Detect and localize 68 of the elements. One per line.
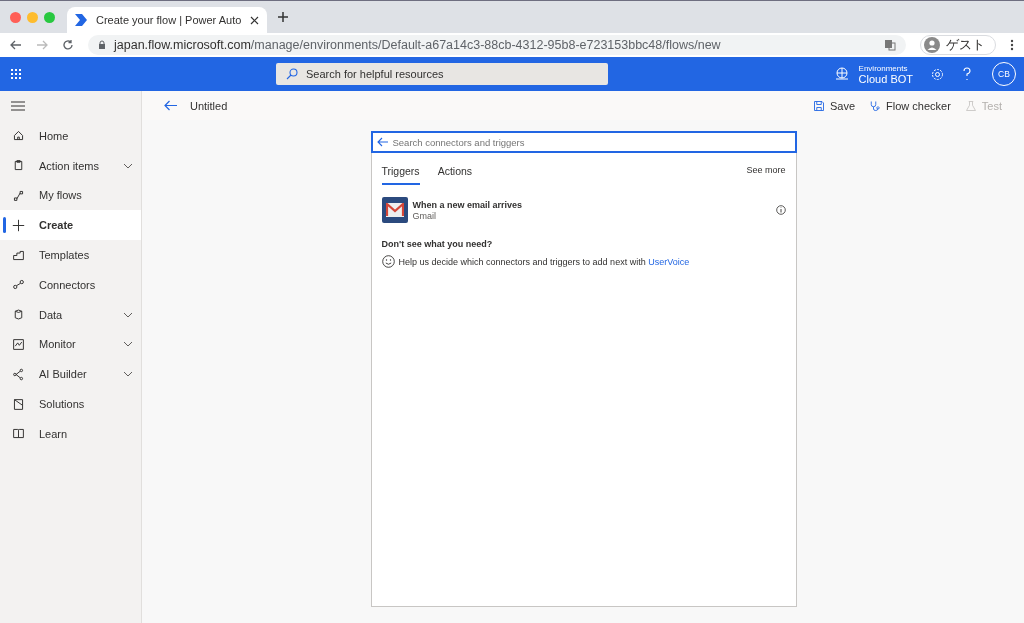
tab[interactable]: Actions [437, 163, 473, 185]
smiley-icon [381, 255, 395, 268]
sidebar-item[interactable]: Learn [0, 418, 141, 449]
chevron-down-icon[interactable] [123, 162, 133, 169]
sidebar-item[interactable]: Action items [0, 150, 141, 181]
environment-label: Environments [858, 63, 909, 73]
home-icon [12, 129, 25, 143]
help-heading: Don't see what you need? [381, 239, 494, 249]
connector-icon [12, 278, 25, 292]
save-icon [812, 99, 825, 112]
tab-title: Create your flow | Power Auto [96, 14, 243, 26]
settings-icon[interactable] [931, 67, 944, 81]
sidebar-item[interactable]: Templates [0, 240, 141, 270]
flow-title: Untitled [190, 99, 228, 112]
plus-icon [12, 218, 25, 232]
sidebar-item[interactable]: Monitor [0, 329, 141, 360]
globe-icon[interactable] [834, 67, 849, 81]
flask-icon [964, 99, 977, 112]
flow-icon [12, 189, 25, 202]
app-launcher-icon[interactable] [10, 68, 22, 80]
sidebar-item[interactable]: My flows [0, 180, 141, 211]
sidebar-item[interactable]: Data [0, 299, 141, 330]
back-icon[interactable] [164, 100, 178, 111]
toolbar-button[interactable]: Save [810, 99, 857, 112]
sidebar-item[interactable]: Connectors [0, 270, 141, 300]
tab[interactable]: Triggers [381, 163, 420, 185]
chevron-down-icon[interactable] [123, 341, 133, 348]
translate-icon[interactable] [884, 39, 896, 51]
templates-icon [12, 248, 25, 262]
chevron-logo-icon [75, 14, 89, 26]
nodes-icon [12, 367, 25, 381]
close-icon[interactable] [250, 15, 259, 25]
address-bar[interactable]: japan.flow.microsoft.com/manage/environments/Default-a67a14c3-88cb-4312-95b8-e723153bbc48/flows/new [88, 35, 906, 55]
info-icon[interactable] [775, 205, 786, 215]
reload-icon[interactable] [62, 39, 74, 51]
mail-logo-icon [381, 197, 408, 223]
back-icon[interactable] [376, 137, 389, 147]
see-more-link[interactable]: See more [746, 163, 786, 175]
help-text: Help us decide which connectors and triggers to add next with UserVoice [398, 256, 690, 267]
toolbar-button[interactable]: Flow checker [867, 99, 953, 112]
lock-icon [98, 40, 106, 50]
more-icon[interactable] [1010, 39, 1014, 51]
sidebar-item[interactable]: Home [0, 121, 141, 151]
search-field[interactable]: Search connectors and triggers [370, 131, 797, 153]
new-tab-icon[interactable] [275, 9, 291, 25]
chevron-down-icon[interactable] [123, 371, 133, 378]
solutions-icon [12, 397, 25, 411]
search-icon [286, 68, 298, 80]
trigger-title[interactable]: When a new email arrives [412, 199, 771, 210]
connector-name: Gmail [412, 210, 437, 221]
sidebar-item[interactable]: Solutions [0, 389, 141, 419]
sidebar-item[interactable]: AI Builder [0, 359, 141, 390]
browser-tab[interactable]: Create your flow | Power Auto [67, 7, 267, 33]
back-icon[interactable] [10, 39, 22, 51]
help-icon[interactable] [962, 67, 972, 81]
book-icon [12, 427, 25, 441]
environment-name[interactable]: Cloud BOT [858, 72, 913, 85]
url-text: japan.flow.microsoft.com/manage/environments/Default-a67a14c3-88cb-4312-95b8-e723153bbc48/flows/new [114, 38, 721, 52]
clipboard-icon [12, 159, 25, 173]
uservoice-link[interactable]: UserVoice [648, 256, 690, 267]
database-icon [12, 308, 25, 322]
chart-icon [12, 337, 25, 351]
menu-icon[interactable] [11, 101, 25, 111]
sidebar-item[interactable]: Create [0, 210, 141, 241]
person-icon [924, 37, 940, 53]
chevron-down-icon[interactable] [123, 311, 133, 318]
search-field[interactable]: Search for helpful resources [276, 63, 608, 85]
stethoscope-icon [869, 99, 881, 112]
